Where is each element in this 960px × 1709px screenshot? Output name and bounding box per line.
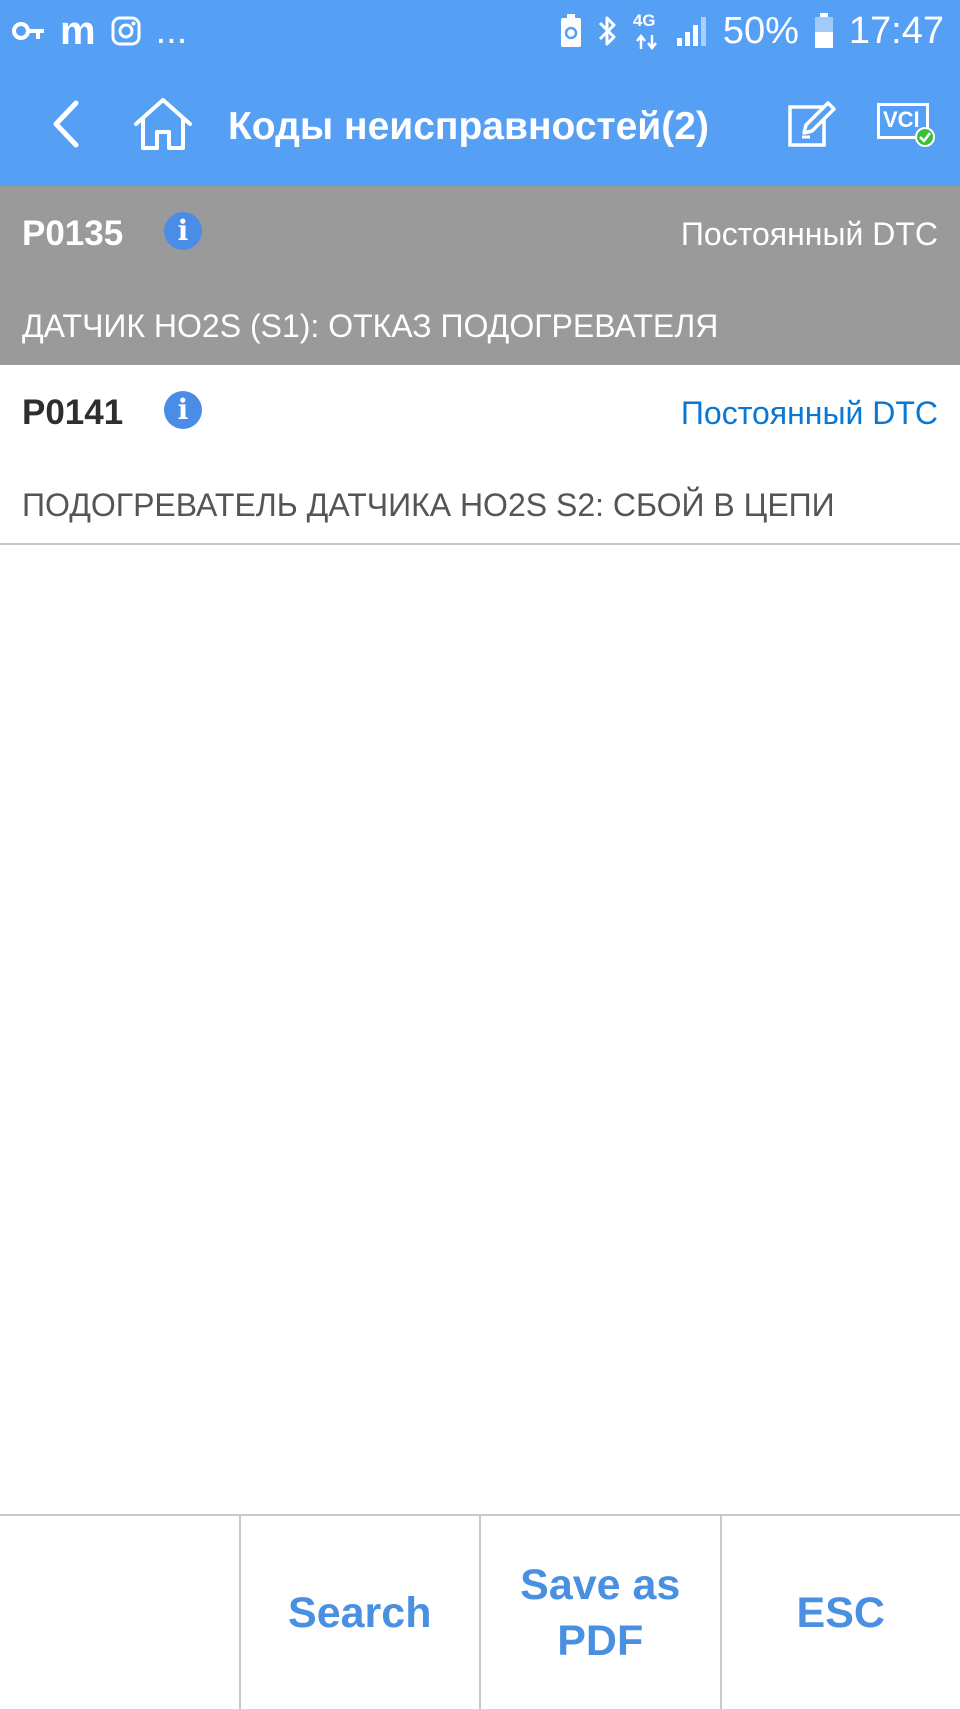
battery-percent: 50% (723, 10, 799, 53)
info-icon[interactable]: i (164, 391, 202, 429)
empty-action-slot (0, 1516, 239, 1709)
home-icon (132, 96, 194, 152)
chevron-left-icon (49, 99, 83, 149)
bottom-action-bar: Search Save as PDF ESC (0, 1514, 960, 1709)
dtc-list: P0135 i Постоянный DTC ДАТЧИК HO2S (S1):… (0, 186, 960, 545)
esc-button[interactable]: ESC (720, 1516, 960, 1709)
dtc-code: P0141 (22, 393, 123, 433)
dtc-code: P0135 (22, 214, 123, 254)
app-bar: Коды неисправностей(2) VCI (0, 62, 960, 186)
instagram-icon (110, 15, 142, 47)
key-icon (12, 19, 46, 43)
edit-icon (786, 99, 836, 149)
more-notifications: ... (156, 10, 188, 53)
signal-icon (675, 14, 709, 48)
connected-check-icon (915, 127, 935, 147)
data-arrows-icon (633, 33, 661, 51)
status-bar-left: m ... (12, 8, 187, 54)
dtc-row[interactable]: P0135 i Постоянный DTC ДАТЧИК HO2S (S1):… (0, 186, 960, 365)
m-icon: m (60, 9, 96, 54)
bluetooth-icon (597, 14, 619, 48)
vci-status-button[interactable]: VCI (870, 62, 942, 186)
info-icon[interactable]: i (164, 212, 202, 250)
dtc-status: Постоянный DTC (681, 216, 938, 253)
battery-icon (813, 13, 835, 49)
vci-label: VCI (883, 107, 920, 133)
dtc-description: ДАТЧИК HO2S (S1): ОТКАЗ ПОДОГРЕВАТЕЛЯ (22, 308, 718, 345)
save-as-pdf-label: Save as PDF (510, 1557, 690, 1669)
network-type: 4G (633, 11, 661, 51)
clock: 17:47 (849, 10, 944, 53)
search-button[interactable]: Search (239, 1516, 480, 1709)
back-button[interactable] (36, 62, 96, 186)
battery-saver-icon (559, 14, 583, 48)
status-bar: m ... 4G 50% (0, 0, 960, 62)
dtc-status: Постоянный DTC (681, 395, 938, 432)
dtc-row[interactable]: P0141 i Постоянный DTC ПОДОГРЕВАТЕЛЬ ДАТ… (0, 365, 960, 545)
home-button[interactable] (130, 62, 196, 186)
vci-icon: VCI (877, 101, 935, 147)
page-title: Коды неисправностей(2) (228, 62, 709, 186)
save-as-pdf-button[interactable]: Save as PDF (479, 1516, 720, 1709)
status-bar-right: 4G 50% 17:47 (559, 8, 944, 54)
dtc-description: ПОДОГРЕВАТЕЛЬ ДАТЧИКА HO2S S2: СБОЙ В ЦЕ… (22, 487, 835, 524)
edit-button[interactable] (784, 62, 838, 186)
